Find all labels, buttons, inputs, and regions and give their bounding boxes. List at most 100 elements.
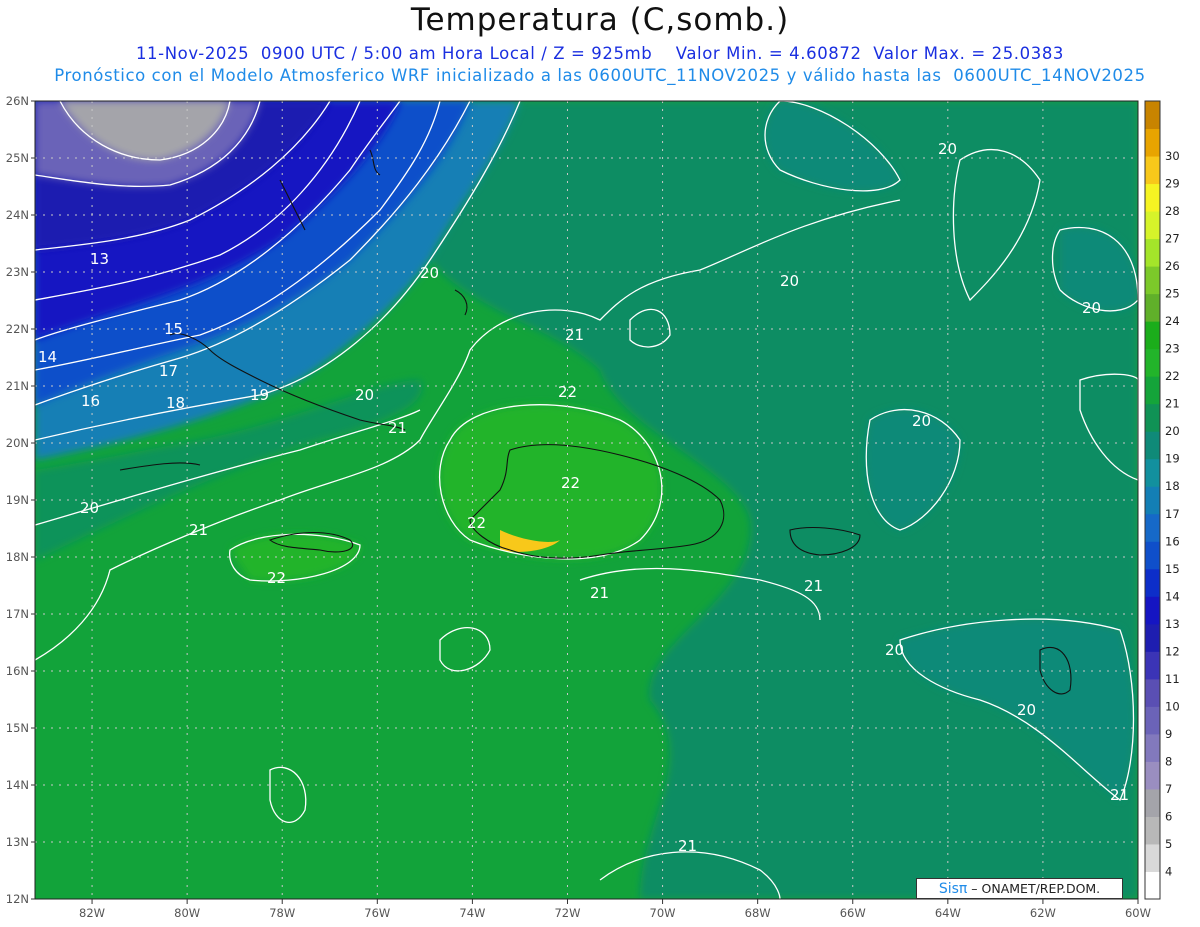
contour-label: 20 — [420, 264, 439, 282]
colorbar-label: 14 — [1165, 589, 1180, 603]
lon-tick-label: 74W — [459, 906, 485, 920]
sispi-brand: Sisπ — [938, 881, 968, 897]
contour-label: 22 — [561, 474, 580, 492]
contour-label: 22 — [558, 383, 577, 401]
contour-label: 21 — [590, 584, 609, 602]
colorbar-label: 29 — [1165, 177, 1180, 191]
contour-label: 20 — [912, 412, 931, 430]
colorbar-swatch — [1145, 843, 1160, 872]
lon-tick-label: 64W — [935, 906, 961, 920]
colorbar-label: 18 — [1165, 479, 1180, 493]
colorbar-label: 15 — [1165, 562, 1180, 576]
contour-label: 22 — [267, 569, 286, 587]
lon-tick-label: 68W — [745, 906, 771, 920]
colorbar-swatch — [1145, 623, 1160, 652]
colorbar-label: 9 — [1165, 727, 1172, 741]
colorbar-swatch — [1145, 211, 1160, 240]
temperature-colorbar: 4 5 6 7 8 9 10 11 12 13 14 15 16 17 18 19 20 21 22 23 24 25 26… — [1144, 100, 1180, 900]
lat-tick-label: 20N — [6, 436, 29, 450]
colorbar-swatch — [1145, 706, 1160, 735]
colorbar-label: 7 — [1165, 782, 1172, 796]
colorbar-label: 4 — [1165, 864, 1172, 878]
colorbar-swatch — [1145, 788, 1160, 817]
longitude-axis: 82W 80W 78W 76W 74W 72W 70W 68W 66W 64W 62W 60W — [79, 899, 1151, 920]
contour-label: 13 — [90, 250, 109, 268]
colorbar-swatch — [1145, 293, 1160, 322]
colorbar-swatch — [1145, 871, 1160, 900]
lat-tick-label: 23N — [6, 265, 29, 279]
colorbar-label: 26 — [1165, 259, 1180, 273]
contour-label: 20 — [780, 272, 799, 290]
temperature-field — [35, 101, 1138, 899]
colorbar-label: 8 — [1165, 754, 1172, 768]
colorbar-swatch — [1145, 101, 1160, 130]
colorbar-label: 11 — [1165, 672, 1180, 686]
colorbar-label: 19 — [1165, 452, 1180, 466]
colorbar-swatch — [1145, 431, 1160, 460]
colorbar-label: 12 — [1165, 644, 1180, 658]
lon-tick-label: 80W — [174, 906, 200, 920]
lat-tick-label: 22N — [6, 322, 29, 336]
colorbar-swatch — [1145, 403, 1160, 432]
lat-tick-label: 13N — [6, 835, 29, 849]
lon-tick-label: 78W — [269, 906, 295, 920]
colorbar-swatch — [1145, 761, 1160, 790]
lon-tick-label: 66W — [840, 906, 866, 920]
colorbar-swatch — [1145, 513, 1160, 542]
lon-tick-label: 72W — [554, 906, 580, 920]
colorbar-swatch — [1145, 486, 1160, 515]
colorbar-label: 25 — [1165, 287, 1180, 301]
lat-tick-label: 12N — [6, 892, 29, 906]
credit-box: Sisπ – ONAMET/REP.DOM. — [916, 878, 1123, 899]
contour-label: 22 — [467, 514, 486, 532]
colorbar-swatch — [1145, 183, 1160, 212]
colorbar-label: 17 — [1165, 507, 1180, 521]
contour-label: 21 — [678, 837, 697, 855]
colorbar-label: 13 — [1165, 617, 1180, 631]
colorbar-swatch — [1145, 596, 1160, 625]
colorbar-swatch — [1145, 568, 1160, 597]
contour-label: 21 — [804, 577, 823, 595]
contour-label: 20 — [885, 641, 904, 659]
colorbar-label: 22 — [1165, 369, 1180, 383]
colorbar-swatch — [1145, 816, 1160, 845]
colorbar-label: 30 — [1165, 149, 1180, 163]
colorbar-swatch — [1145, 156, 1160, 185]
lat-tick-label: 19N — [6, 493, 29, 507]
colorbar-swatch — [1145, 733, 1160, 762]
contour-label: 20 — [1082, 299, 1101, 317]
contour-label: 18 — [166, 394, 185, 412]
lon-tick-label: 60W — [1125, 906, 1151, 920]
colorbar-label: 16 — [1165, 534, 1180, 548]
colorbar-swatch — [1145, 266, 1160, 295]
lat-tick-label: 21N — [6, 379, 29, 393]
contour-label: 14 — [38, 348, 57, 366]
colorbar-label: 21 — [1165, 397, 1180, 411]
lat-tick-label: 24N — [6, 208, 29, 222]
lon-tick-label: 70W — [650, 906, 676, 920]
colorbar-label: 27 — [1165, 232, 1180, 246]
credit-text: – ONAMET/REP.DOM. — [971, 881, 1101, 896]
lat-tick-label: 16N — [6, 664, 29, 678]
colorbar-label: 24 — [1165, 314, 1180, 328]
colorbar-swatch — [1145, 238, 1160, 267]
lat-tick-label: 26N — [6, 94, 29, 108]
colorbar-label: 28 — [1165, 204, 1180, 218]
colorbar-swatch — [1145, 678, 1160, 707]
contour-label: 21 — [388, 419, 407, 437]
contour-label: 17 — [159, 362, 178, 380]
contour-label: 20 — [1017, 701, 1036, 719]
lat-tick-label: 17N — [6, 607, 29, 621]
lon-tick-label: 82W — [79, 906, 105, 920]
colorbar-label: 23 — [1165, 342, 1180, 356]
colorbar-label: 6 — [1165, 809, 1172, 823]
contour-label: 20 — [355, 386, 374, 404]
contour-label: 21 — [189, 521, 208, 539]
colorbar-swatch — [1145, 651, 1160, 680]
lat-tick-label: 14N — [6, 778, 29, 792]
contour-label: 19 — [250, 386, 269, 404]
colorbar-swatch — [1145, 321, 1160, 350]
contour-label: 21 — [565, 326, 584, 344]
lon-tick-label: 62W — [1030, 906, 1056, 920]
colorbar-swatch — [1145, 128, 1160, 157]
